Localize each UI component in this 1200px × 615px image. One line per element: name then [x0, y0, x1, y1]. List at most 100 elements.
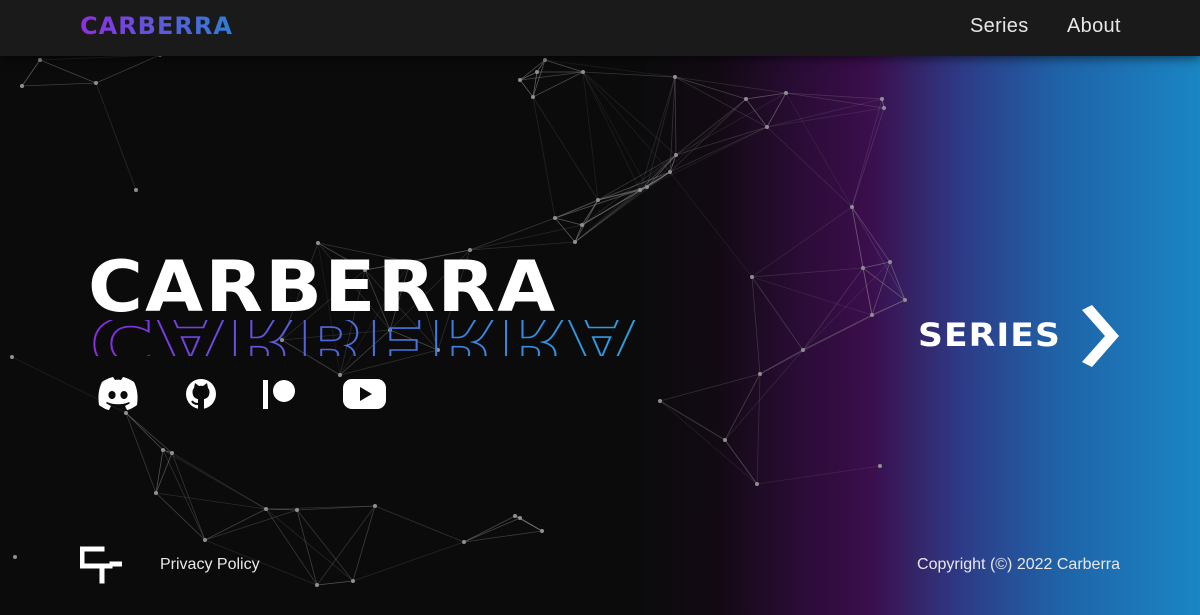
network-link	[751, 276, 804, 351]
carberra-mark-icon[interactable]	[79, 546, 123, 589]
network-node	[758, 372, 762, 376]
nav-logo[interactable]: CARBERRA	[80, 12, 233, 40]
network-link	[802, 261, 891, 351]
copyright-text: Copyright (©) 2022 Carberra	[917, 556, 1120, 573]
network-node	[553, 216, 557, 220]
privacy-policy-link[interactable]: Privacy Policy	[160, 556, 260, 574]
network-node	[373, 504, 377, 508]
network-node	[316, 241, 320, 245]
network-link	[155, 492, 206, 541]
network-node	[10, 355, 14, 359]
network-link	[582, 71, 676, 78]
network-link	[554, 199, 599, 219]
network-link	[785, 92, 885, 109]
network-link	[125, 412, 164, 451]
network-link	[582, 71, 648, 188]
network-node	[668, 170, 672, 174]
network-link	[582, 71, 641, 191]
network-link	[582, 71, 599, 201]
network-link	[745, 98, 768, 128]
network-link	[582, 71, 677, 156]
network-link	[759, 314, 873, 375]
network-node	[870, 313, 874, 317]
network-node	[744, 97, 748, 101]
network-link	[374, 505, 465, 543]
nav-link-about[interactable]: About	[1067, 15, 1121, 38]
hero-title-block: CARBERRA CARBERRA	[88, 252, 648, 362]
network-link	[21, 59, 41, 87]
network-link	[597, 171, 671, 201]
youtube-icon[interactable]	[342, 374, 386, 414]
network-node	[203, 538, 207, 542]
network-node	[850, 205, 854, 209]
network-node	[765, 125, 769, 129]
network-link	[766, 107, 885, 128]
network-link	[265, 508, 318, 586]
network-link	[95, 82, 137, 191]
network-link	[554, 217, 583, 226]
network-node	[755, 482, 759, 486]
network-link	[532, 71, 584, 98]
hero-title: CARBERRA	[88, 246, 558, 328]
network-link	[766, 98, 883, 128]
network-node	[38, 58, 42, 62]
network-link	[463, 530, 543, 543]
network-link	[669, 98, 747, 173]
network-node	[784, 91, 788, 95]
series-cta-label: SERIES	[918, 316, 1061, 354]
network-link	[519, 79, 534, 98]
network-link	[646, 98, 747, 188]
network-link	[751, 276, 873, 316]
network-link	[802, 299, 906, 351]
network-node	[888, 260, 892, 264]
network-link	[155, 452, 173, 494]
network-link	[39, 59, 97, 84]
network-node	[518, 516, 522, 520]
network-link	[316, 505, 376, 586]
navbar: CARBERRA Series About	[0, 0, 1200, 56]
chevron-right-icon	[1082, 305, 1119, 367]
network-node	[880, 97, 884, 101]
network-node	[596, 198, 600, 202]
network-node	[903, 298, 907, 302]
network-link	[724, 439, 758, 485]
nav-link-series[interactable]: Series	[970, 15, 1029, 38]
patreon-icon[interactable]	[262, 374, 306, 414]
network-node	[295, 508, 299, 512]
network-link	[296, 509, 354, 582]
series-cta-button[interactable]: SERIES	[918, 304, 1128, 370]
network-link	[871, 261, 891, 316]
network-link	[659, 373, 761, 402]
network-link	[544, 59, 584, 73]
network-node	[645, 185, 649, 189]
network-link	[851, 98, 883, 208]
network-node	[154, 491, 158, 495]
network-link	[125, 412, 173, 454]
network-link	[669, 171, 753, 278]
network-link	[155, 449, 164, 494]
discord-icon[interactable]	[96, 374, 140, 414]
network-link	[125, 412, 157, 494]
network-link	[659, 400, 726, 441]
network-link	[674, 76, 677, 156]
network-link	[536, 59, 546, 73]
network-node	[750, 275, 754, 279]
network-link	[171, 452, 267, 510]
network-node	[134, 188, 138, 192]
network-node	[861, 266, 865, 270]
network-node	[638, 188, 642, 192]
network-node	[13, 555, 17, 559]
network-link	[532, 71, 538, 98]
network-link	[862, 267, 873, 316]
network-node	[543, 58, 547, 62]
network-link	[851, 107, 885, 208]
network-node	[20, 84, 24, 88]
network-link	[751, 206, 853, 278]
github-icon[interactable]	[182, 374, 226, 414]
network-link	[785, 92, 853, 208]
network-link	[756, 465, 881, 485]
network-link	[155, 492, 267, 510]
network-node	[535, 70, 539, 74]
network-link	[581, 154, 677, 226]
network-link	[171, 452, 206, 541]
